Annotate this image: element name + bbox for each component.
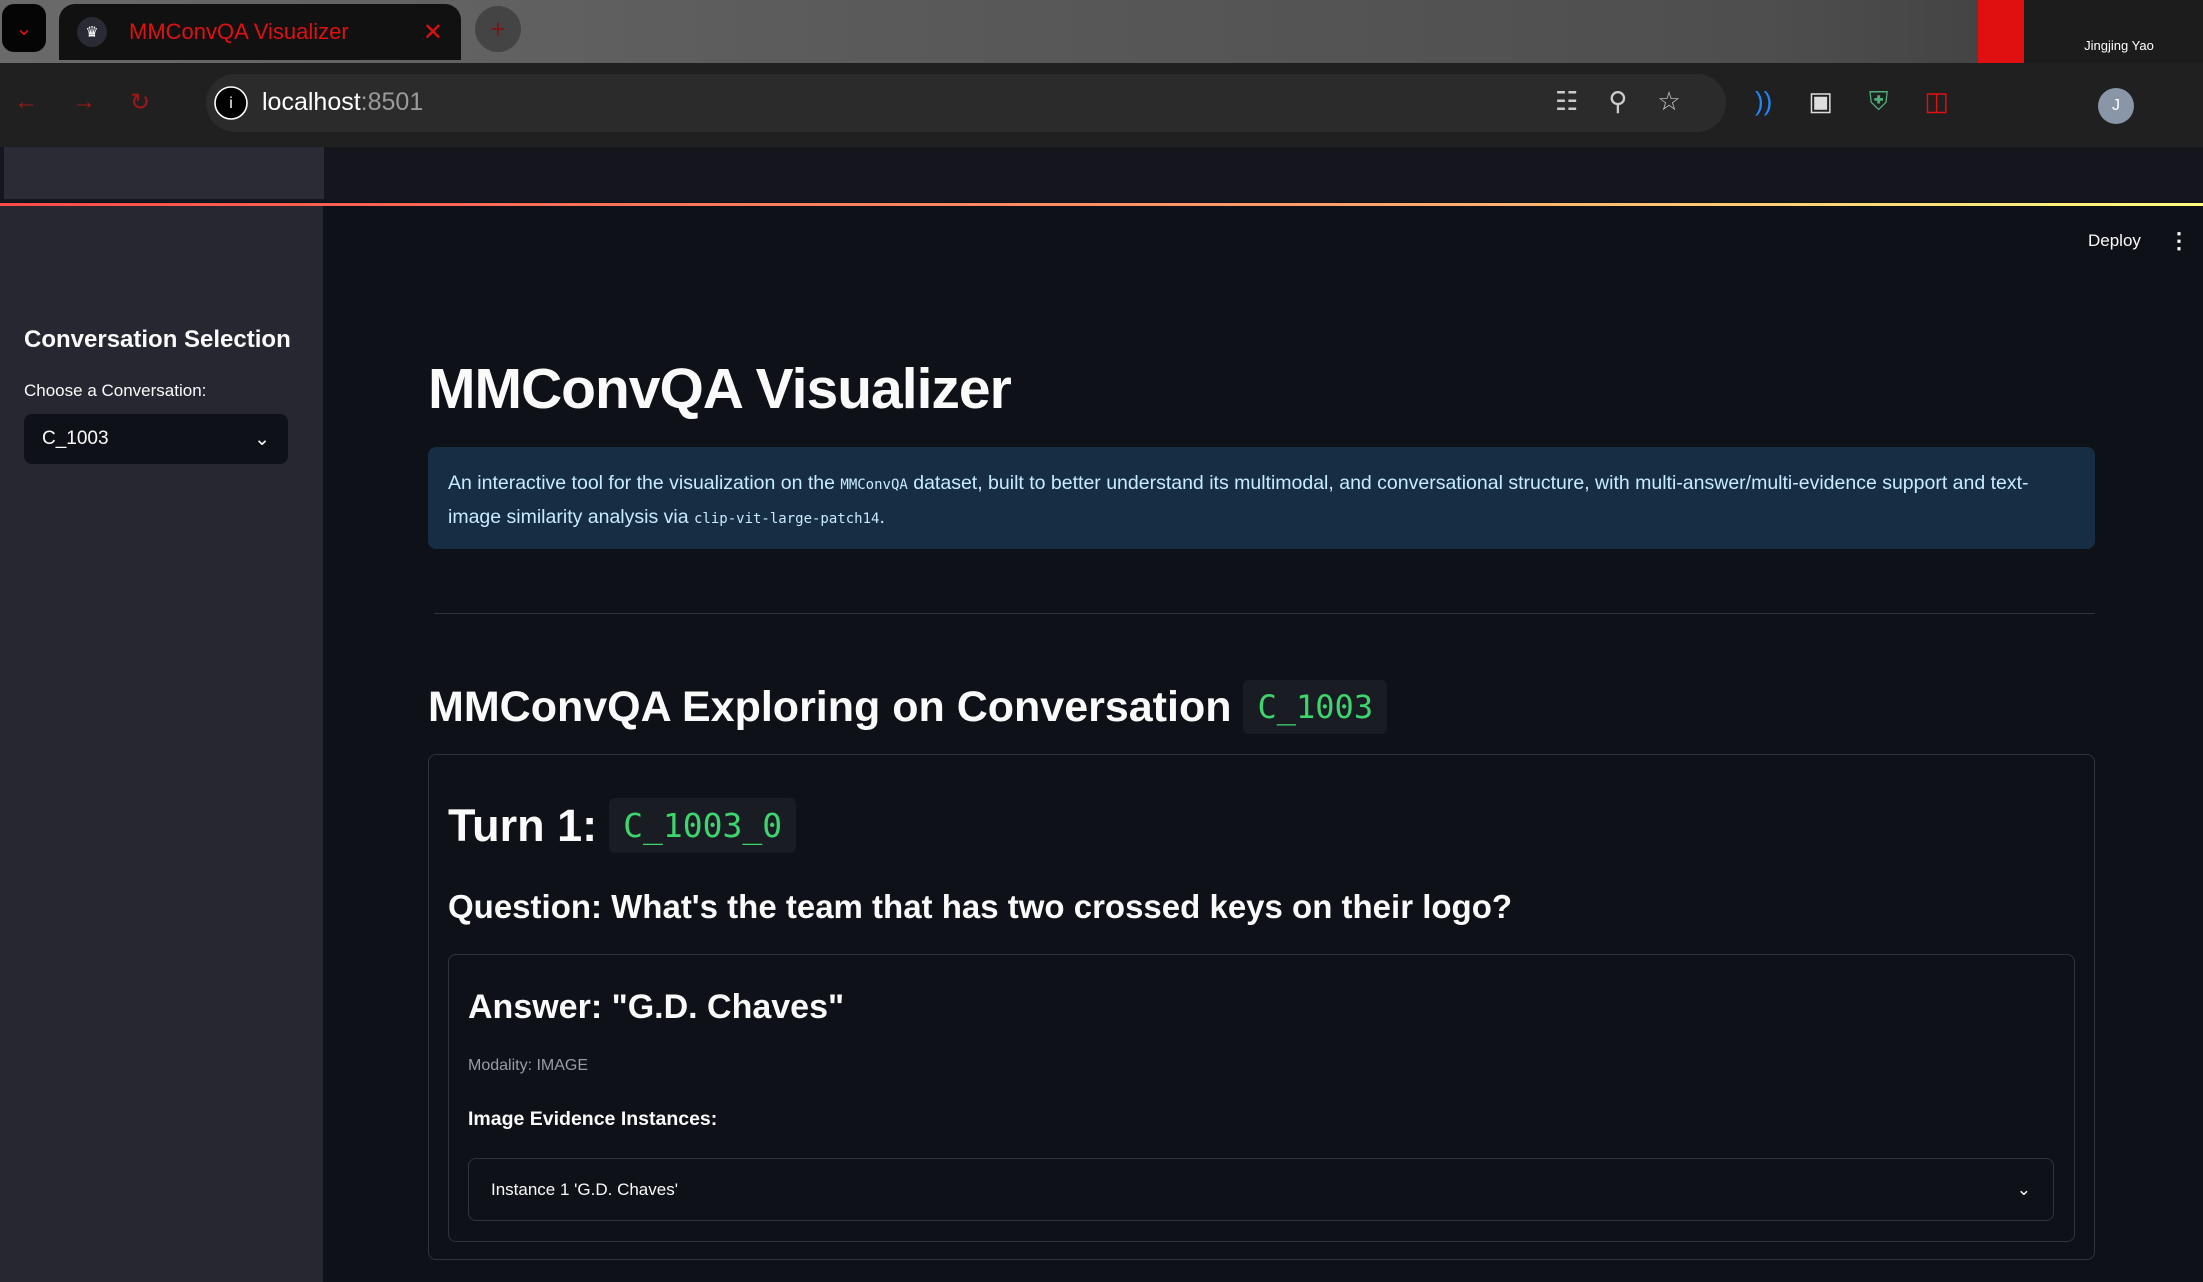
model-code: clip-vit-large-patch14	[694, 511, 880, 527]
sidebar-title: Conversation Selection	[24, 326, 291, 353]
reader-extension-icon[interactable]: ▣	[1808, 86, 1833, 118]
plus-icon[interactable]: +	[475, 6, 521, 52]
conversation-id-badge: C_1003	[1243, 680, 1388, 734]
puzzle-extension-icon[interactable]: ◫	[1924, 86, 1949, 118]
expander-label: Instance 1 'G.D. Chaves'	[491, 1179, 678, 1199]
url-host: localhost	[262, 88, 361, 116]
address-bar[interactable]	[206, 74, 1726, 132]
info-box: An interactive tool for the visualizatio…	[428, 447, 2095, 549]
nav-buttons: ← → ↻	[14, 88, 150, 117]
profile-name: Jingjing Yao	[2084, 38, 2154, 53]
url-port: :8501	[360, 88, 424, 116]
wave-extension-icon[interactable]: ))	[1755, 86, 1772, 118]
question-heading: Question: What's the team that has two c…	[448, 888, 1513, 925]
star-icon[interactable]: ☆	[1657, 86, 1680, 117]
header-accent-line	[0, 203, 2203, 206]
extension-icons: )) ▣ ⛨ ◫	[1755, 86, 1949, 118]
answer-heading: Answer: "G.D. Chaves"	[468, 988, 845, 1026]
sidebar	[0, 206, 323, 1282]
dataset-code: MMConvQA	[840, 477, 908, 493]
browser-tab[interactable]: ♛ MMConvQA Visualizer ✕	[59, 4, 461, 60]
turn-id-badge: C_1003_0	[609, 798, 797, 853]
deploy-button[interactable]: Deploy	[2088, 231, 2141, 251]
turn-label: Turn 1:	[448, 799, 598, 851]
turn-heading: Turn 1: C_1003_0	[448, 798, 797, 853]
reload-icon[interactable]: ↻	[130, 88, 150, 117]
section-title-text: MMConvQA Exploring on Conversation	[428, 682, 1232, 731]
modality-caption: Modality: IMAGE	[468, 1057, 589, 1074]
back-icon[interactable]: ←	[14, 88, 38, 117]
crown-favicon-icon: ♛	[77, 17, 107, 47]
section-title: MMConvQA Exploring on Conversation C_100…	[428, 680, 1388, 734]
window-control	[1978, 0, 2024, 63]
tab-menu-icon[interactable]: ⌄	[2, 4, 46, 52]
conversation-select[interactable]: C_1003 ⌄	[24, 414, 288, 464]
url-text[interactable]: localhost:8501	[262, 88, 423, 117]
zoom-out-icon[interactable]: ⚲	[1608, 86, 1627, 117]
shield-check-extension-icon[interactable]: ⛨	[1869, 86, 1889, 118]
bookmarks-strip	[0, 147, 2203, 202]
evidence-label: Image Evidence Instances:	[468, 1108, 718, 1130]
conversation-select-label: Choose a Conversation:	[24, 381, 207, 400]
page-title: MMConvQA Visualizer	[428, 357, 1012, 421]
more-menu-icon[interactable]: ⋮	[2168, 228, 2190, 254]
info-text: An interactive tool for the visualizatio…	[448, 472, 841, 494]
translate-icon[interactable]: ☷	[1555, 86, 1578, 117]
chevron-down-icon: ⌄	[254, 428, 270, 450]
close-icon[interactable]: ✕	[423, 18, 443, 47]
tab-title: MMConvQA Visualizer	[129, 19, 349, 44]
info-text: .	[879, 506, 885, 528]
conversation-select-value: C_1003	[42, 428, 109, 449]
avatar[interactable]: J	[2098, 88, 2134, 124]
address-bar-icons: ☷ ⚲ ☆	[1555, 86, 1681, 117]
divider	[434, 613, 2095, 614]
forward-icon[interactable]: →	[72, 88, 96, 117]
evidence-instance-expander[interactable]: Instance 1 'G.D. Chaves' ⌄	[468, 1158, 2054, 1221]
chevron-down-icon: ⌄	[2016, 1179, 2031, 1199]
info-icon[interactable]: i	[214, 86, 248, 120]
bookmarks-strip-left	[4, 147, 324, 199]
